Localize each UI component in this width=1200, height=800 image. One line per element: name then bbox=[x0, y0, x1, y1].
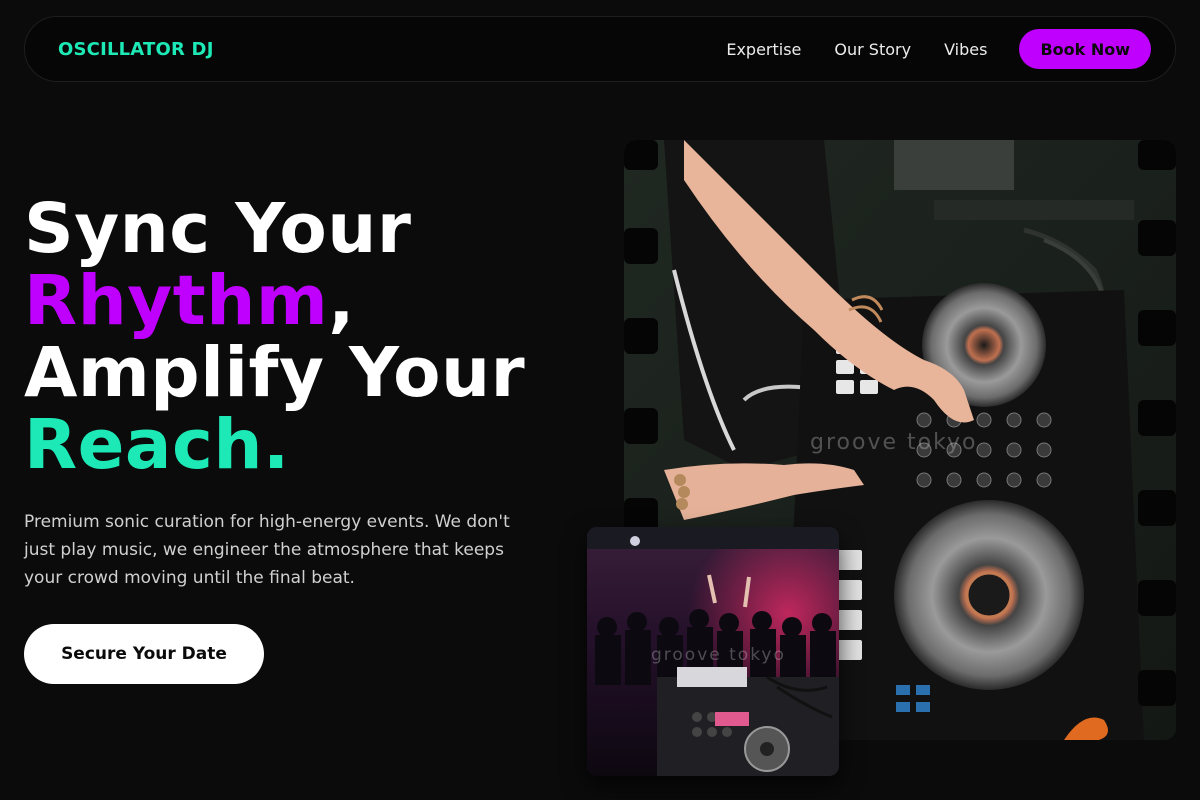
headline-comma: , bbox=[328, 261, 355, 341]
main-photo-watermark: groove tokyo bbox=[810, 430, 978, 455]
headline-highlight-reach: Reach. bbox=[24, 405, 290, 485]
hero-description: Premium sonic curation for high-energy e… bbox=[24, 512, 510, 588]
secure-your-date-button[interactable]: Secure Your Date bbox=[24, 624, 264, 684]
nav-menu: Expertise Our Story Vibes Book Now bbox=[726, 29, 1151, 69]
nav-link-our-story[interactable]: Our Story bbox=[834, 40, 911, 59]
headline-line-1: Sync Your bbox=[24, 189, 412, 269]
nav-link-vibes[interactable]: Vibes bbox=[944, 40, 987, 59]
book-now-button[interactable]: Book Now bbox=[1019, 29, 1151, 69]
nav-link-expertise[interactable]: Expertise bbox=[726, 40, 801, 59]
crowd-photo-watermark: groove tokyo bbox=[651, 645, 786, 665]
page: OSCILLATOR DJ Expertise Our Story Vibes … bbox=[0, 0, 1200, 800]
brand-logo[interactable]: OSCILLATOR DJ bbox=[58, 39, 214, 60]
hero-headline: Sync Your Rhythm, Amplify Your Reach. bbox=[24, 193, 525, 481]
navbar: OSCILLATOR DJ Expertise Our Story Vibes … bbox=[24, 16, 1176, 82]
crowd-photo: groove tokyo bbox=[587, 527, 839, 776]
headline-highlight-rhythm: Rhythm bbox=[24, 261, 329, 341]
headline-line-3: Amplify Your bbox=[24, 333, 526, 413]
